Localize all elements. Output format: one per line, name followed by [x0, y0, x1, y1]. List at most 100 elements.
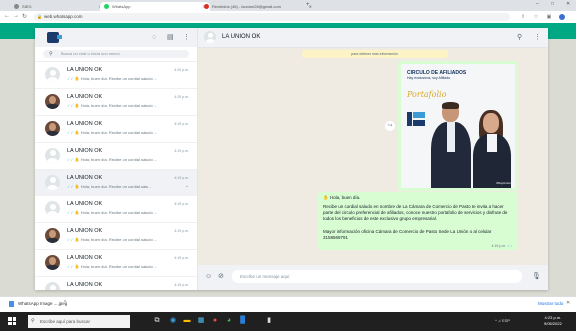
chat-time: 4:19 p.m.: [174, 121, 189, 126]
microphone-icon[interactable]: 🎙: [532, 272, 541, 281]
word-icon[interactable]: ▉: [238, 316, 248, 326]
read-ticks-icon: ✓✓: [67, 156, 74, 162]
chat-preview: ✓✓✋Hola, buen día. Recibe un cordial sal…: [67, 76, 185, 81]
tab-sieg[interactable]: SIEG ✕: [10, 2, 106, 11]
chat-name: LA UNION OK: [67, 120, 103, 127]
store-icon[interactable]: ▦: [196, 316, 206, 326]
back-icon[interactable]: ←: [4, 13, 10, 19]
file-explorer-icon[interactable]: ▬: [182, 316, 192, 326]
chat-list-item[interactable]: LA UNION OK4:19 p.m.✓✓✋Hola, buen día. R…: [35, 277, 197, 290]
preview-text: Hola, buen día. Recibe un cordial saludo…: [80, 102, 158, 108]
search-placeholder: Busca un chat o inicia uno nuevo: [61, 51, 120, 56]
tab-gmail[interactable]: Recibidos (48) - launion28@gmail.com ✕: [200, 2, 316, 11]
flyer-image: CIRCULO DE AFILIADOS Hay exclusivos, soy…: [401, 64, 515, 188]
conversation-header[interactable]: LA UNION OK ⚲ ⋮: [198, 28, 548, 48]
image-file-icon: [9, 301, 14, 307]
chat-list-item[interactable]: LA UNION OK 4:20 p.m. ✓✓✋Hola, buen día. R…: [35, 62, 197, 89]
woman-figure: [473, 110, 511, 188]
task-view-icon[interactable]: ⧉: [152, 316, 162, 326]
chat-list-item[interactable]: LA UNION OK4:19 p.m.✓✓✋Hola, buen día. R…: [35, 143, 197, 170]
chat-avatar: [45, 228, 60, 244]
chevron-down-icon[interactable]: ⌄: [185, 183, 189, 189]
chat-avatar: [45, 174, 60, 190]
chat-preview: ✓✓✋Hola, buen día. Recibe un cordial sal…: [67, 157, 185, 162]
contact-name[interactable]: LA UNION OK: [222, 34, 260, 40]
tab-label: Recibidos (48) - launion28@gmail.com: [212, 4, 281, 9]
chat-name: LA UNION OK: [67, 174, 103, 181]
close-window-button[interactable]: ✕: [566, 1, 570, 7]
chat-list-item[interactable]: LA UNION OK4:19 p.m.✓✓✋Hola, buen día. R…: [35, 223, 197, 251]
tab-whatsapp[interactable]: WhatsApp ✕: [100, 2, 210, 11]
maximize-button[interactable]: □: [551, 1, 554, 7]
image-message[interactable]: CIRCULO DE AFILIADOS Hay exclusivos, soy…: [398, 61, 518, 191]
profile-avatar[interactable]: [47, 32, 62, 43]
message-greeting: ✋ Hola, buen día.: [323, 195, 360, 201]
chat-list-item[interactable]: LA UNION OK4:19 p.m.✓✓✋Hola, buen día. R…: [35, 196, 197, 224]
chat-list-item[interactable]: LA UNION OK4:19 p.m.✓✓✋Hola, buen día. R…: [35, 116, 197, 143]
search-icon[interactable]: ⚲: [517, 33, 522, 42]
chat-list-item[interactable]: LA UNION OK 4:20 p.m. ✓✓✋Hola, buen día. R…: [35, 89, 197, 116]
preview-text: Hola, buen día. Recibe un cordial saludo…: [80, 210, 158, 216]
waving-hand-icon: ✋: [74, 210, 80, 216]
chat-sidebar: ◌ ▤ ⋮ ⚲ Busca un chat o inicia uno nuevo…: [35, 28, 198, 290]
read-ticks-icon: ✓✓: [67, 237, 74, 243]
menu-icon[interactable]: ⋮: [534, 33, 541, 42]
emoji-icon[interactable]: ☺: [205, 272, 212, 281]
system-tray[interactable]: ^ ♫ ESP: [495, 318, 510, 323]
read-ticks-icon: ✓✓: [67, 76, 74, 81]
download-item[interactable]: WhatsApp Image ....jpeg: [18, 301, 67, 306]
address-bar[interactable]: 🔒 web.whatsapp.com: [34, 13, 510, 21]
communities-icon[interactable]: ◌: [152, 33, 156, 42]
chat-list-item[interactable]: LA UNION OK4:19 p.m.✓✓✋Hola, buen día. R…: [35, 250, 197, 278]
attach-icon[interactable]: ⊘: [218, 272, 224, 281]
text-message[interactable]: ✋ Hola, buen día. Recibe un cordial salu…: [318, 192, 518, 250]
forward-icon[interactable]: ↪: [385, 121, 395, 131]
reload-icon[interactable]: ↻: [22, 13, 27, 20]
star-icon[interactable]: ☆: [533, 14, 539, 20]
greeting-text: Hola, buen día.: [329, 195, 361, 200]
windows-taskbar: ⚲ Escribe aquí para buscar ⧉ ◉ ▬ ▦ ● ◕ ▉…: [0, 312, 576, 331]
chrome-icon[interactable]: ◕: [224, 316, 234, 326]
search-row: ⚲ Busca un chat o inicia uno nuevo: [35, 47, 197, 62]
show-all-button[interactable]: Mostrar todo: [538, 301, 563, 306]
chat-list-item[interactable]: LA UNION OK4:19 p.m.✓✓✋Hola, buen día. R…: [35, 169, 197, 197]
app-icon[interactable]: ▮: [264, 316, 274, 326]
new-chat-icon[interactable]: ▤: [167, 33, 174, 42]
chat-list: LA UNION OK 4:20 p.m. ✓✓✋Hola, buen día. R…: [35, 62, 197, 290]
chat-name: LA UNION OK: [67, 93, 103, 100]
download-bar: WhatsApp Image ....jpeg ^ Mostrar todo ✕: [0, 296, 576, 313]
chat-name: LA UNION OK: [67, 147, 103, 154]
new-tab-button[interactable]: +: [306, 2, 310, 8]
minimize-button[interactable]: –: [536, 1, 539, 7]
sidebar-header: ◌ ▤ ⋮: [35, 28, 197, 47]
chat-time: 4:19 p.m.: [174, 202, 189, 207]
windows-start-icon[interactable]: [8, 317, 16, 325]
close-icon[interactable]: ✕: [566, 300, 570, 306]
message-footer: Mayor información oficina Cámara de Come…: [323, 229, 492, 240]
contact-avatar[interactable]: [204, 31, 216, 43]
chat-avatar: [45, 93, 60, 109]
menu-icon[interactable]: ⋮: [183, 33, 190, 42]
share-icon[interactable]: ⇪: [520, 14, 526, 20]
browser-tab-strip: SIEG ✕ WhatsApp ✕ Recibidos (48) - launi…: [0, 0, 576, 11]
waving-hand-icon: ✋: [74, 264, 80, 270]
edge-icon[interactable]: ◉: [168, 316, 178, 326]
message-input[interactable]: Escribe un mensaje aquí: [232, 270, 522, 283]
chat-preview: ✓✓✋Hola, buen día. Recibe un cordial sal…: [67, 184, 185, 189]
waving-hand-icon: ✋: [323, 195, 329, 200]
chat-time: 4:19 p.m.: [174, 229, 189, 234]
chevron-up-icon[interactable]: ^: [64, 300, 66, 306]
search-input[interactable]: ⚲ Busca un chat o inicia uno nuevo: [43, 50, 189, 58]
preview-text: Hola, buen día. Recibe un cordial salu..…: [80, 183, 152, 189]
extension-icon[interactable]: ▣: [546, 14, 552, 20]
chat-avatar: [45, 255, 60, 271]
app-icon[interactable]: ●: [210, 316, 220, 326]
chat-name: LA UNION OK: [67, 282, 103, 289]
profile-avatar[interactable]: [559, 14, 565, 20]
waving-hand-icon: ✋: [74, 156, 80, 162]
forward-icon[interactable]: →: [13, 13, 19, 19]
tab-label: SIEG: [22, 4, 32, 9]
taskbar-search-input[interactable]: ⚲ Escribe aquí para buscar: [28, 315, 130, 328]
taskbar-clock[interactable]: 4:23 p.m. 9/05/2022: [544, 315, 562, 327]
taskbar-search-placeholder: Escribe aquí para buscar: [40, 319, 91, 324]
